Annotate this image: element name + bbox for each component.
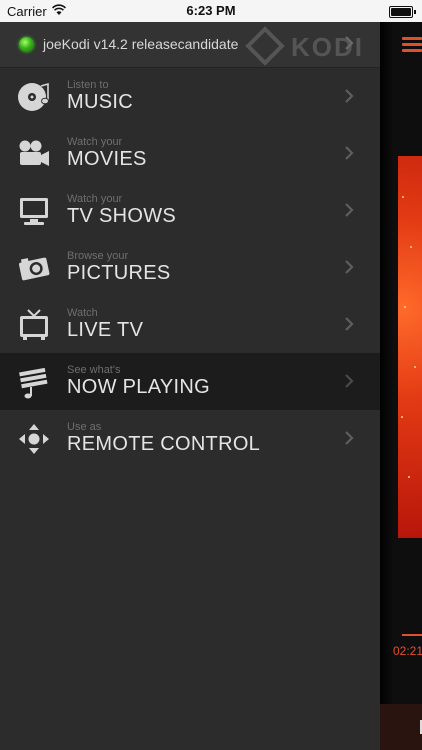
menu-item-subtitle: See what's xyxy=(67,364,121,376)
menu-item-label: NOW PLAYING xyxy=(67,376,210,398)
menu-item-label: TV SHOWS xyxy=(67,205,177,227)
chevron-right-icon xyxy=(344,430,354,446)
panel-shadow xyxy=(380,22,394,750)
menu-item-now-playing[interactable]: See what's NOW PLAYING xyxy=(0,353,380,410)
now-playing-panel[interactable]: 02:21 xyxy=(380,22,422,750)
menu-item-tv-shows[interactable]: Watch your TV SHOWS xyxy=(0,182,380,239)
tv-icon xyxy=(17,308,51,342)
menu-item-label: MOVIES xyxy=(67,148,147,170)
kodi-logo: KODI xyxy=(245,26,375,66)
chevron-right-icon xyxy=(344,202,354,218)
kodi-logo-icon xyxy=(245,26,285,66)
connection-status-icon xyxy=(19,37,34,52)
menu-item-music[interactable]: Listen to MUSIC xyxy=(0,68,380,125)
menu-item-subtitle: Watch xyxy=(67,307,98,319)
movie-camera-icon xyxy=(17,137,51,171)
menu-item-subtitle: Use as xyxy=(67,421,102,433)
playback-controls-bar xyxy=(380,704,422,750)
menu-item-subtitle: Listen to xyxy=(67,79,109,91)
menu-item-label: LIVE TV xyxy=(67,319,144,341)
chevron-right-icon xyxy=(344,35,354,51)
now-playing-icon xyxy=(17,365,51,399)
menu-item-pictures[interactable]: Browse your PICTURES xyxy=(0,239,380,296)
chevron-right-icon xyxy=(344,88,354,104)
status-bar: Carrier 6:23 PM xyxy=(0,0,422,22)
menu-item-label: MUSIC xyxy=(67,91,133,113)
hamburger-menu-icon[interactable] xyxy=(402,37,422,55)
chevron-right-icon xyxy=(344,145,354,161)
main-menu: Listen to MUSIC Watch your MOVIES Watch … xyxy=(0,68,380,467)
chevron-right-icon xyxy=(344,259,354,275)
remote-dpad-icon xyxy=(17,422,51,456)
menu-item-label: REMOTE CONTROL xyxy=(67,433,261,455)
music-icon xyxy=(17,80,51,114)
menu-item-live-tv[interactable]: Watch LIVE TV xyxy=(0,296,380,353)
menu-item-subtitle: Watch your xyxy=(67,136,123,148)
battery-icon xyxy=(389,6,416,18)
monitor-icon xyxy=(17,194,51,228)
server-selector[interactable]: joeKodi v14.2 releasecandidate KODI xyxy=(0,22,380,68)
chevron-right-icon xyxy=(344,316,354,332)
elapsed-time: 02:21 xyxy=(393,644,422,658)
menu-item-subtitle: Watch your xyxy=(67,193,123,205)
album-artwork xyxy=(398,156,422,538)
menu-item-remote-control[interactable]: Use as REMOTE CONTROL xyxy=(0,410,380,467)
playback-progress-bar[interactable] xyxy=(402,634,422,636)
camera-icon xyxy=(17,251,51,285)
menu-item-movies[interactable]: Watch your MOVIES xyxy=(0,125,380,182)
clock: 6:23 PM xyxy=(186,3,236,18)
menu-item-subtitle: Browse your xyxy=(67,250,129,262)
server-name: joeKodi v14.2 releasecandidate xyxy=(43,36,239,52)
menu-item-label: PICTURES xyxy=(67,262,171,284)
sidebar-menu: joeKodi v14.2 releasecandidate KODI List… xyxy=(0,22,380,750)
chevron-right-icon xyxy=(344,373,354,389)
